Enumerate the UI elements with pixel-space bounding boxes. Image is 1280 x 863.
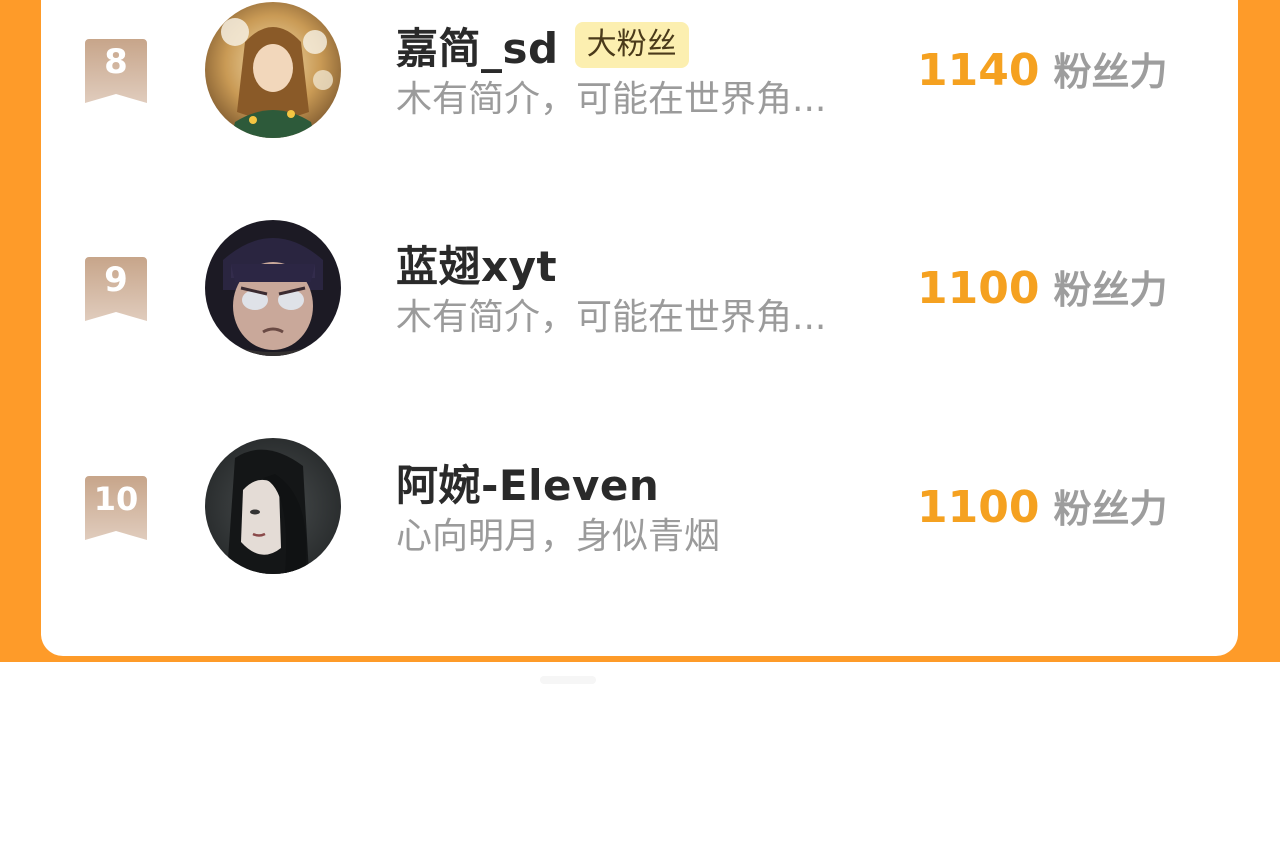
ranking-row[interactable]: 10 阿婉-Eleven 心向明月，身似青烟 1100 粉丝力 [41,438,1238,578]
fan-power: 1100 粉丝力 [917,478,1167,538]
rank-number: 8 [104,42,128,82]
rank-ribbon-badge: 8 [85,39,147,103]
fan-power-value: 1140 [917,45,1040,96]
fan-power-value: 1100 [917,263,1040,314]
rank-ribbon-badge: 10 [85,476,147,540]
name-line: 阿婉-Eleven [396,454,659,510]
user-bio: 心向明月，身似青烟 [396,516,721,557]
fan-power-unit: 粉丝力 [1053,487,1168,531]
name-line: 蓝翅xyt [396,235,557,291]
rank-ribbon-badge: 9 [85,257,147,321]
user-name[interactable]: 嘉简_sd [396,15,559,76]
fan-ranking-card: 8 嘉简_sd 大粉丝 木有简介，可能在世界角... 1140 粉丝力 9 蓝翅… [41,0,1238,656]
avatar[interactable] [205,438,341,574]
fan-level-badge: 大粉丝 [574,22,689,68]
user-bio: 木有简介，可能在世界角... [396,79,827,120]
fan-power: 1140 粉丝力 [917,41,1167,101]
fan-power: 1100 粉丝力 [917,259,1167,319]
fan-power-unit: 粉丝力 [1053,268,1168,312]
ranking-row[interactable]: 8 嘉简_sd 大粉丝 木有简介，可能在世界角... 1140 粉丝力 [41,1,1238,141]
ranking-row[interactable]: 9 蓝翅xyt 木有简介，可能在世界角... 1100 粉丝力 [41,219,1238,359]
avatar[interactable] [205,220,341,356]
name-line: 嘉简_sd 大粉丝 [396,17,689,73]
rank-number: 9 [104,260,128,300]
rank-number: 10 [93,480,139,518]
footer-divider [540,676,596,684]
user-name[interactable]: 蓝翅xyt [396,233,557,294]
user-name[interactable]: 阿婉-Eleven [396,452,659,513]
fan-power-unit: 粉丝力 [1053,50,1168,94]
fan-power-value: 1100 [917,482,1040,533]
avatar[interactable] [205,2,341,138]
user-bio: 木有简介，可能在世界角... [396,297,827,338]
